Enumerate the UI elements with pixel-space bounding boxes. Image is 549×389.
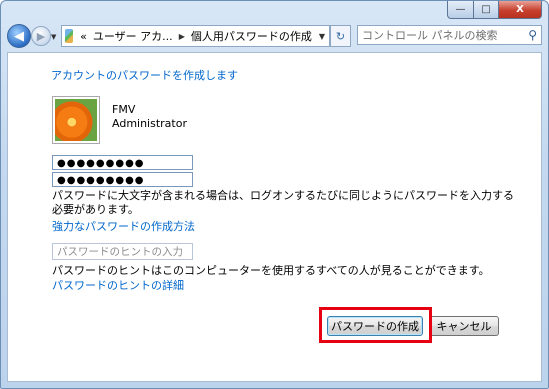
recent-pages-dropdown-icon[interactable]: ▼ bbox=[51, 33, 56, 41]
user-avatar bbox=[52, 96, 100, 144]
user-name: FMV bbox=[112, 103, 136, 116]
control-panel-icon bbox=[65, 29, 74, 43]
forward-button[interactable]: ▶ bbox=[31, 26, 51, 46]
refresh-icon: ↻ bbox=[335, 29, 346, 43]
maximize-button[interactable]: □ bbox=[474, 1, 499, 19]
highlight-box bbox=[319, 307, 432, 343]
address-bar[interactable]: « ユーザー アカ... ▶ 個人用パスワードの作成 ▼ bbox=[61, 25, 330, 47]
address-dropdown-icon[interactable]: ▼ bbox=[315, 32, 329, 41]
confirm-password-field[interactable]: ●●●●●●●●● bbox=[52, 172, 193, 187]
cancel-button[interactable]: キャンセル bbox=[429, 316, 499, 336]
user-role: Administrator bbox=[112, 117, 187, 130]
close-button[interactable]: X bbox=[499, 1, 542, 19]
hint-details-link[interactable]: パスワードのヒントの詳細 bbox=[52, 277, 184, 293]
back-button[interactable]: ◀ bbox=[7, 24, 31, 48]
hint-notice-text: パスワードのヒントはこのコンピューターを使用するすべての人が見ることができます。 bbox=[52, 264, 490, 277]
forward-arrow-icon: ▶ bbox=[36, 29, 46, 43]
page-title: アカウントのパスワードを作成します bbox=[51, 69, 238, 82]
search-box[interactable]: コントロール パネルの検索 ⚲ bbox=[357, 25, 542, 45]
navigation-bar: ◀ ▶ ▼ « ユーザー アカ... ▶ 個人用パスワードの作成 ▼ ↻ コント… bbox=[7, 24, 542, 48]
breadcrumb-current[interactable]: 個人用パスワードの作成 bbox=[188, 28, 315, 44]
new-password-field[interactable]: ●●●●●●●●● bbox=[52, 155, 193, 170]
strong-password-link[interactable]: 強力なパスワードの作成方法 bbox=[52, 218, 195, 234]
content-pane: アカウントのパスワードを作成します FMV Administrator ●●●●… bbox=[7, 52, 542, 382]
back-arrow-icon: ◀ bbox=[14, 28, 24, 44]
refresh-button[interactable]: ↻ bbox=[330, 25, 351, 47]
caption-buttons: — □ X bbox=[447, 1, 542, 19]
breadcrumb-separator-icon[interactable]: ▶ bbox=[176, 32, 188, 41]
user-info: FMV Administrator bbox=[112, 103, 187, 131]
case-warning-text: パスワードに大文字が含まれる場合は、ログオンするたびに同じようにパスワードを入力… bbox=[52, 189, 514, 216]
breadcrumb-overflow[interactable]: « bbox=[77, 30, 90, 43]
password-hint-field[interactable]: パスワードのヒントの入力 bbox=[52, 243, 193, 260]
flower-picture-icon bbox=[55, 99, 97, 141]
breadcrumb-user-accounts[interactable]: ユーザー アカ... bbox=[90, 28, 176, 44]
control-panel-window: — □ X ◀ ▶ ▼ « ユーザー アカ... ▶ 個人用パスワードの作成 ▼… bbox=[0, 0, 549, 389]
search-input[interactable]: コントロール パネルの検索 bbox=[362, 27, 498, 43]
search-icon[interactable]: ⚲ bbox=[528, 28, 537, 42]
minimize-button[interactable]: — bbox=[447, 1, 474, 19]
